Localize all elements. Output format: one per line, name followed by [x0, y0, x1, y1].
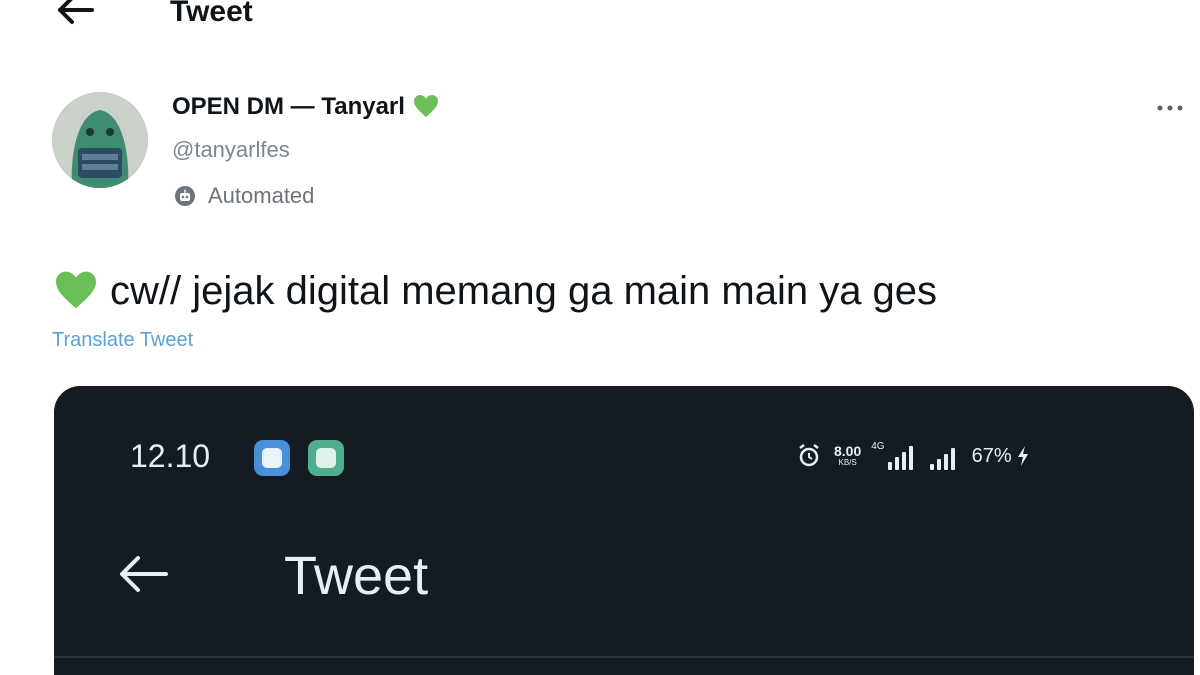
arrow-left-icon[interactable] [52, 0, 96, 28]
more-horizontal-icon[interactable] [1152, 96, 1192, 120]
avatar[interactable] [52, 92, 148, 188]
page-title: Tweet [170, 0, 253, 28]
signal-tag: 4G [871, 441, 885, 452]
tweet-text: cw// jejak digital memang ga main main y… [54, 266, 937, 316]
top-bar: Tweet [0, 0, 1200, 40]
arrow-left-icon [120, 556, 168, 592]
alarm-icon [799, 444, 819, 467]
tweet-detail-page: Tweet OPEN DM — Tanyarl @tanyarlfes Auto… [0, 0, 1200, 675]
battery-percent: 67% [971, 445, 1012, 467]
notification-app-icon [254, 440, 290, 476]
tweet-text-content: cw// jejak digital memang ga main main y… [110, 269, 938, 313]
avatar-image [52, 92, 148, 188]
message-app-icon [308, 440, 344, 476]
translate-tweet-link[interactable]: Translate Tweet [52, 326, 193, 354]
divider [54, 656, 1194, 658]
automated-label: Automated [208, 183, 315, 208]
tweet-media-image[interactable]: 12.10 8.00 KB/S 4G 67% Tweet [54, 386, 1194, 675]
status-bar-right: 8.00 KB/S 4G 67% [796, 436, 1030, 476]
network-speed-unit: KB/S [838, 458, 857, 467]
robot-icon [175, 186, 195, 206]
display-name-text: OPEN DM — Tanyarl [172, 93, 405, 120]
green-heart-icon [413, 95, 438, 117]
network-speed: 8.00 KB/S [834, 444, 861, 468]
automated-badge: Automated [174, 182, 314, 210]
green-heart-icon [56, 271, 96, 309]
status-time: 12.10 [130, 438, 211, 474]
display-name[interactable]: OPEN DM — Tanyarl [172, 92, 439, 122]
signal-4g-icon: 4G [871, 442, 915, 470]
charging-bolt-icon [1017, 446, 1028, 466]
network-speed-value: 8.00 [834, 443, 862, 459]
signal-icon [929, 442, 958, 470]
embedded-page-title: Tweet [284, 546, 429, 606]
user-handle[interactable]: @tanyarlfes [172, 136, 290, 164]
